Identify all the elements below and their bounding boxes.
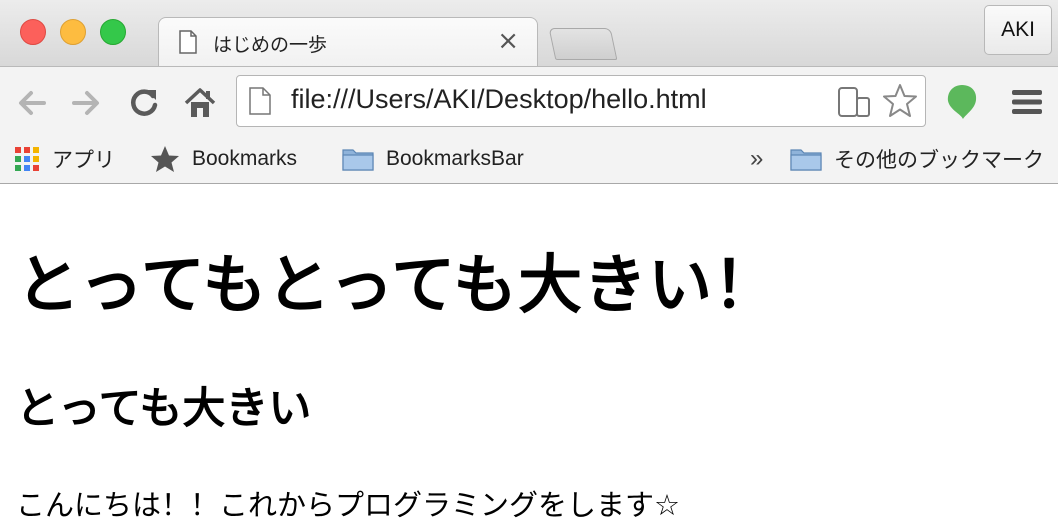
reload-icon[interactable]: [126, 85, 162, 121]
minimize-window-button[interactable]: [60, 19, 86, 45]
menu-hamburger-icon[interactable]: [1010, 87, 1044, 117]
bookmark-label: アプリ: [52, 149, 115, 172]
title-bar: はじめの一歩 × AKI: [0, 0, 1058, 67]
tab-active[interactable]: はじめの一歩 ×: [158, 17, 538, 67]
bookmark-folder-bookmarksbar[interactable]: BookmarksBar: [342, 144, 524, 174]
page-heading-2: とっても大きい: [16, 384, 312, 434]
star-icon: [151, 146, 179, 172]
bookmark-bookmarks[interactable]: Bookmarks: [150, 144, 297, 174]
page-heading-1: とってもとっても大きい！: [16, 249, 779, 323]
device-mode-icon[interactable]: [837, 86, 871, 118]
bookmark-apps[interactable]: アプリ: [14, 144, 115, 174]
maximize-window-button[interactable]: [100, 19, 126, 45]
bookmark-label: Bookmarks: [192, 147, 298, 170]
extension-leaf-icon[interactable]: [944, 83, 980, 121]
bookmark-folder-other[interactable]: その他のブックマーク: [790, 144, 1044, 174]
bookmark-label: その他のブックマーク: [834, 149, 1044, 172]
browser-chrome: はじめの一歩 × AKI file:///Users/AKI/Desktop/h…: [0, 0, 1058, 184]
tab-close-icon[interactable]: ×: [497, 26, 519, 56]
close-window-button[interactable]: [20, 19, 46, 45]
back-arrow-icon[interactable]: [14, 85, 50, 121]
bookmarks-bar: アプリ Bookmarks BookmarksBar » その他のブックマーク: [0, 136, 1058, 184]
bookmark-label: BookmarksBar: [386, 147, 524, 170]
folder-icon: [790, 149, 822, 171]
profile-button[interactable]: AKI: [984, 5, 1052, 55]
forward-arrow-icon[interactable]: [68, 85, 104, 121]
folder-icon: [342, 149, 374, 171]
page-content: とってもとっても大きい！ とっても大きい こんにちは！！これからプログラミングを…: [0, 184, 1058, 532]
new-tab-button[interactable]: [548, 28, 618, 60]
address-bar[interactable]: file:///Users/AKI/Desktop/hello.html: [236, 75, 926, 127]
page-icon: [179, 30, 197, 54]
url-text[interactable]: file:///Users/AKI/Desktop/hello.html: [291, 84, 707, 115]
tab-title: はじめの一歩: [213, 34, 328, 56]
apps-grid-icon: [15, 147, 39, 171]
bookmark-star-icon[interactable]: [881, 82, 919, 120]
bookmarks-overflow-button[interactable]: »: [750, 144, 763, 174]
toolbar: file:///Users/AKI/Desktop/hello.html: [0, 66, 1058, 136]
page-icon: [249, 87, 271, 115]
home-icon[interactable]: [182, 85, 218, 121]
page-paragraph: こんにちは！！これからプログラミングをします☆: [16, 488, 680, 522]
